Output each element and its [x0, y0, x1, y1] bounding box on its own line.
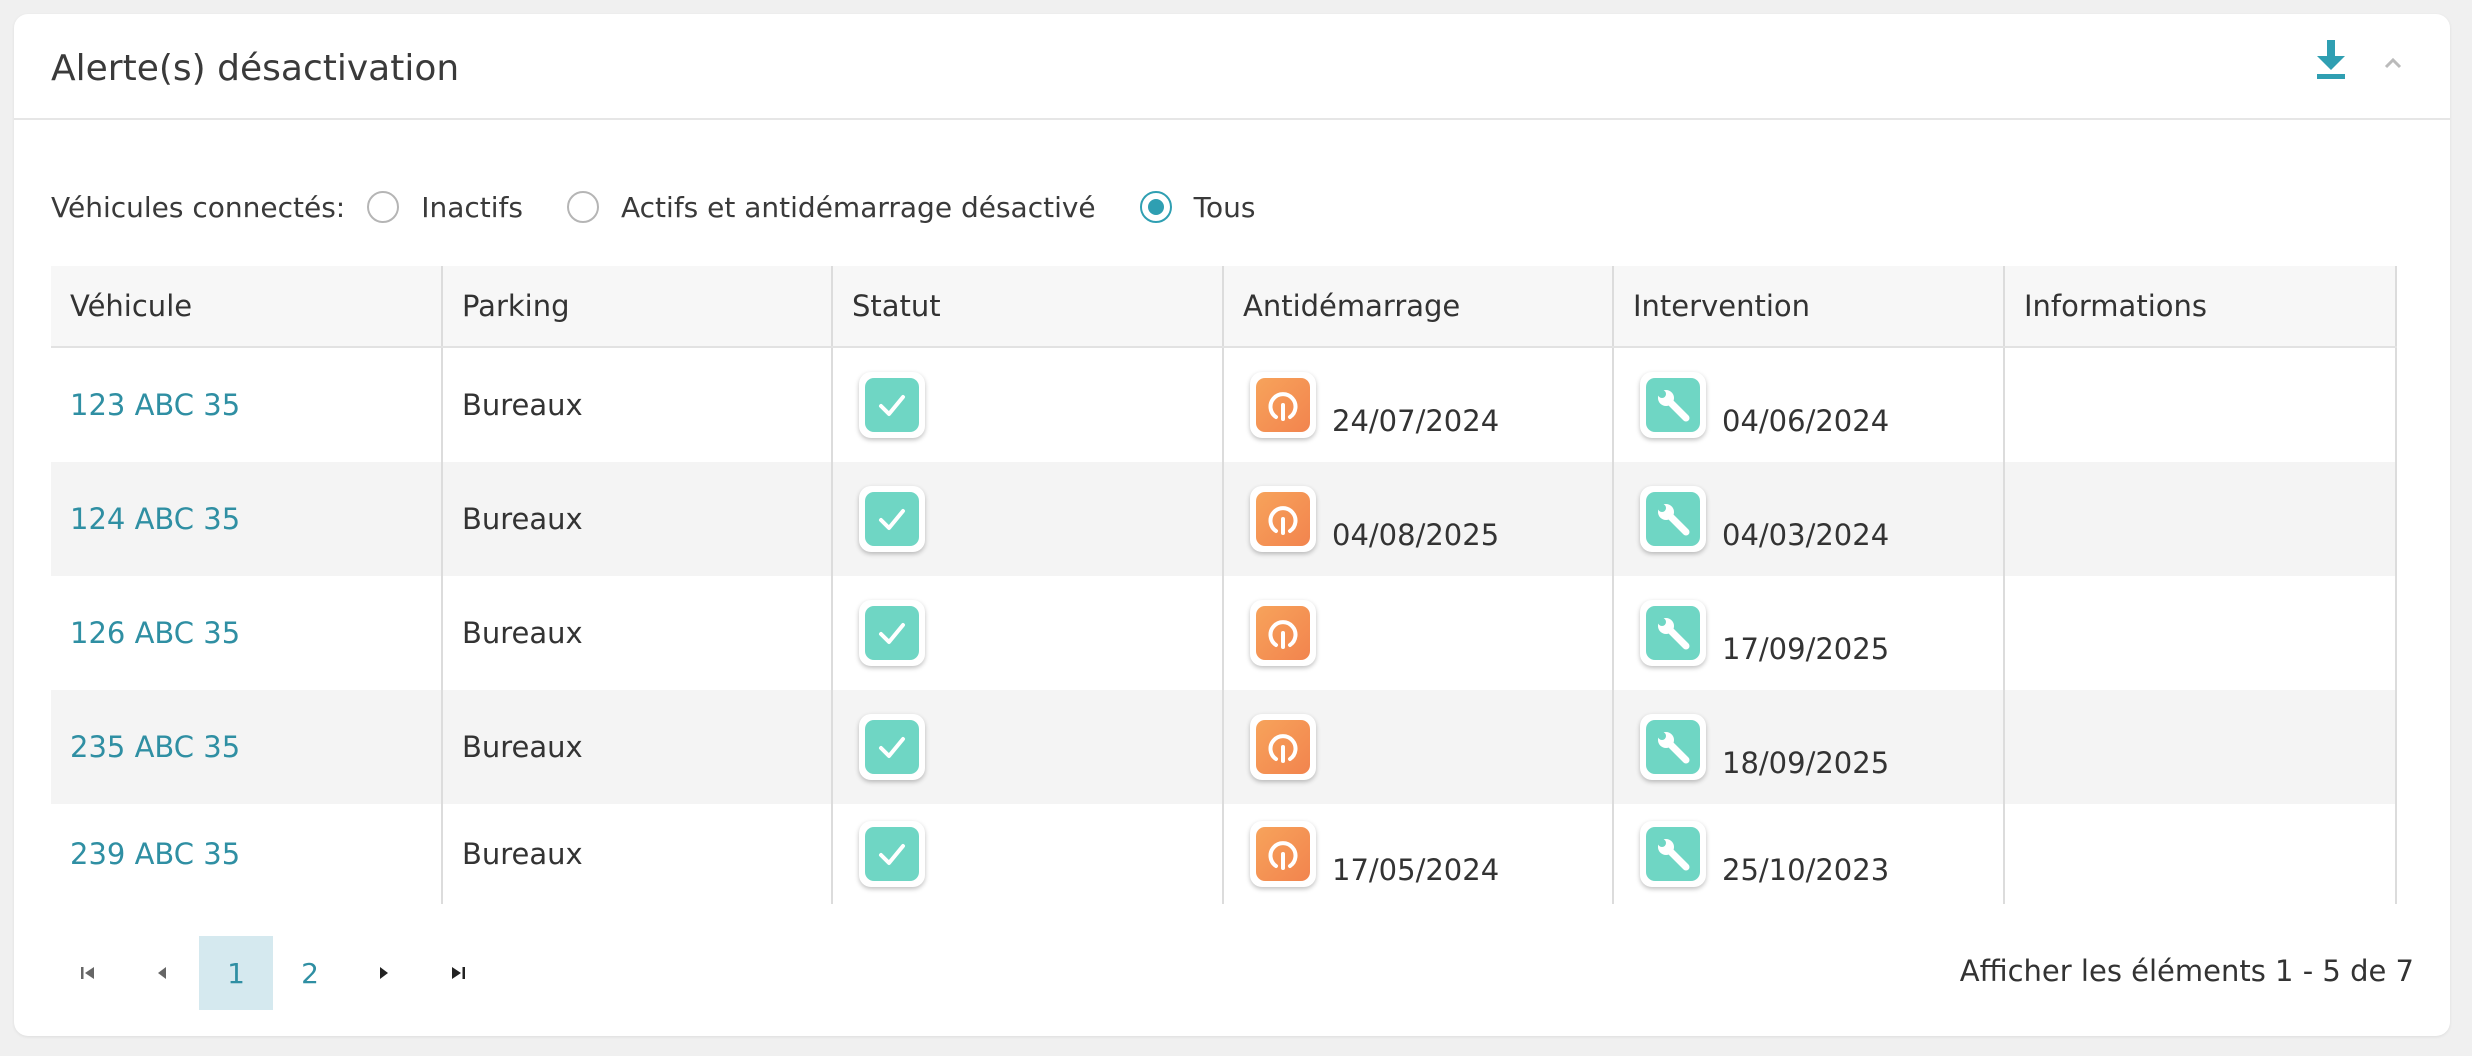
antistart-cell [1223, 576, 1614, 690]
wrench-icon [1640, 714, 1706, 780]
information-cell [2004, 690, 2397, 804]
antistart-cell: 17/05/2024 [1223, 804, 1614, 904]
filter-label: Véhicules connectés: [51, 190, 346, 224]
antistart-date: 17/05/2024 [1332, 853, 1500, 887]
radio-actifs[interactable]: Actifs et antidémarrage désactivé [567, 191, 1096, 224]
intervention-cell: 18/09/2025 [1613, 690, 2005, 804]
intervention-date: 17/09/2025 [1722, 632, 1890, 666]
intervention-cell: 04/03/2024 [1613, 462, 2005, 576]
vehicle-link[interactable]: 235 ABC 35 [70, 730, 240, 764]
intervention-cell: 04/06/2024 [1613, 347, 2005, 462]
page-button-1[interactable]: 1 [199, 936, 273, 1010]
radio-label: Inactifs [421, 190, 523, 224]
power-icon [1250, 372, 1316, 438]
vehicle-cell: 239 ABC 35 [51, 804, 443, 904]
parking-cell: Bureaux [442, 462, 833, 576]
power-icon [1250, 714, 1316, 780]
power-icon [1250, 600, 1316, 666]
wrench-icon [1640, 600, 1706, 666]
radio-tous[interactable]: Tous [1139, 190, 1256, 224]
card-title: Alerte(s) désactivation [51, 48, 460, 89]
parking-cell: Bureaux [442, 576, 833, 690]
information-cell [2004, 462, 2397, 576]
intervention-cell: 25/10/2023 [1613, 804, 2005, 904]
antistart-cell: 04/08/2025 [1223, 462, 1614, 576]
vehicle-link[interactable]: 126 ABC 35 [70, 616, 240, 650]
intervention-date: 04/03/2024 [1722, 518, 1890, 552]
table-row: 235 ABC 35 Bureaux 18/09/2025 [51, 690, 2397, 804]
radio-button-checked[interactable] [1139, 191, 1172, 223]
parking-cell: Bureaux [442, 690, 833, 804]
vehicle-link[interactable]: 239 ABC 35 [70, 837, 240, 871]
radio-label: Tous [1193, 190, 1256, 224]
parking-cell: Bureaux [442, 347, 833, 462]
table-header-row: Véhicule Parking Statut Antidémarrage In… [51, 266, 2397, 348]
table-row: 124 ABC 35 Bureaux 04/08/2025 04/03/2024 [51, 462, 2397, 576]
check-icon [859, 821, 925, 887]
antistart-cell [1223, 690, 1614, 804]
alerts-table: Véhicule Parking Statut Antidémarrage In… [51, 266, 2413, 920]
information-cell [2004, 347, 2397, 462]
next-page-icon[interactable] [347, 936, 421, 1010]
radio-button[interactable] [567, 191, 599, 223]
deactivation-alerts-card: Alerte(s) désactivation Véhicules connec… [14, 14, 2450, 1036]
radio-button[interactable] [367, 191, 400, 223]
information-cell [2004, 576, 2397, 690]
table-row: 239 ABC 35 Bureaux 17/05/2024 25/10/2023 [51, 804, 2397, 904]
prev-page-icon[interactable] [125, 936, 199, 1010]
status-cell [832, 576, 1224, 690]
vehicle-cell: 126 ABC 35 [51, 576, 443, 690]
status-cell [832, 462, 1224, 576]
check-icon [859, 372, 925, 438]
column-header-information[interactable]: Informations [2004, 266, 2397, 348]
vehicle-cell: 124 ABC 35 [51, 462, 443, 576]
radio-label: Actifs et antidémarrage désactivé [621, 190, 1096, 224]
column-header-status[interactable]: Statut [832, 266, 1224, 348]
vehicle-cell: 123 ABC 35 [51, 347, 443, 462]
card-header: Alerte(s) désactivation [14, 14, 2450, 120]
download-icon[interactable] [2311, 36, 2351, 84]
wrench-icon [1640, 372, 1706, 438]
check-icon [859, 600, 925, 666]
antistart-date: 24/07/2024 [1332, 404, 1500, 438]
status-cell [832, 347, 1224, 462]
vehicle-cell: 235 ABC 35 [51, 690, 443, 804]
vehicle-link[interactable]: 123 ABC 35 [70, 388, 240, 422]
page-button-2[interactable]: 2 [273, 936, 347, 1010]
table-row: 123 ABC 35 Bureaux 24/07/2024 04/06/2024 [51, 347, 2397, 462]
check-icon [859, 714, 925, 780]
status-cell [832, 690, 1224, 804]
status-cell [832, 804, 1224, 904]
chevron-up-icon[interactable] [2380, 50, 2406, 76]
first-page-icon[interactable] [51, 936, 125, 1010]
antistart-date: 04/08/2025 [1332, 518, 1500, 552]
antistart-cell: 24/07/2024 [1223, 347, 1614, 462]
vehicle-link[interactable]: 124 ABC 35 [70, 502, 240, 536]
power-icon [1250, 486, 1316, 552]
intervention-date: 18/09/2025 [1722, 746, 1890, 780]
power-icon [1250, 821, 1316, 887]
pagination: 1 2 [51, 936, 495, 1010]
pagination-info: Afficher les éléments 1 - 5 de 7 [1959, 954, 2414, 988]
wrench-icon [1640, 821, 1706, 887]
information-cell [2004, 804, 2397, 904]
radio-inactifs[interactable]: Inactifs [367, 191, 523, 224]
intervention-cell: 17/09/2025 [1613, 576, 2005, 690]
last-page-icon[interactable] [421, 936, 495, 1010]
table-row: 126 ABC 35 Bureaux 17/09/2025 [51, 576, 2397, 690]
check-icon [859, 486, 925, 552]
wrench-icon [1640, 486, 1706, 552]
intervention-date: 25/10/2023 [1722, 853, 1890, 887]
column-header-vehicle[interactable]: Véhicule [51, 266, 443, 348]
parking-cell: Bureaux [442, 804, 833, 904]
column-header-antistart[interactable]: Antidémarrage [1223, 266, 1614, 348]
intervention-date: 04/06/2024 [1722, 404, 1890, 438]
vehicle-filter: Véhicules connectés: Inactifs Actifs et … [51, 182, 1299, 232]
column-header-parking[interactable]: Parking [442, 266, 833, 348]
column-header-intervention[interactable]: Intervention [1613, 266, 2005, 348]
